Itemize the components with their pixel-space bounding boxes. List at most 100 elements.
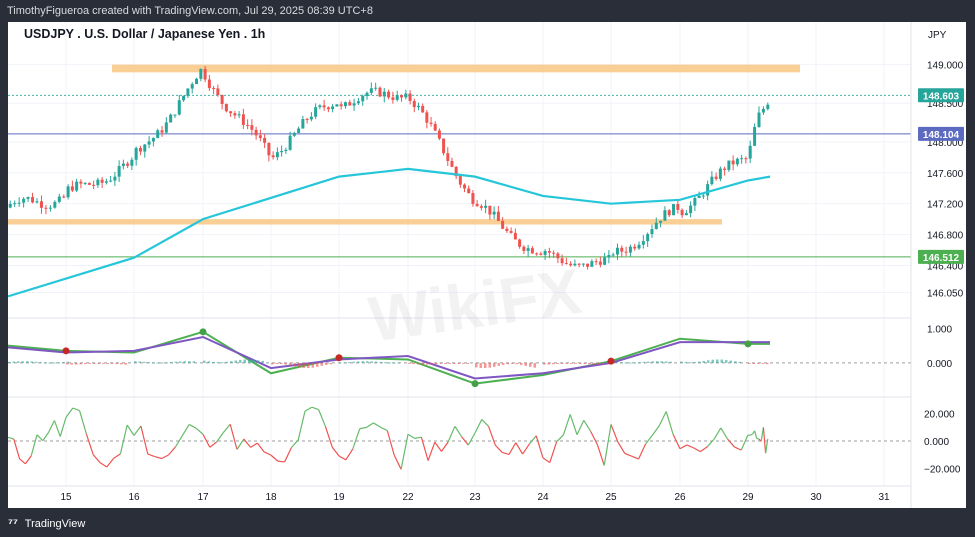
candle-body [387,92,390,98]
momentum-segment [66,408,73,417]
candle-body [612,255,615,256]
crossover-dot [336,354,343,361]
candle-body [573,264,576,266]
histogram-bar [444,363,447,364]
momentum-segment [435,442,442,451]
candle-body [284,150,287,151]
candle-body [62,197,65,198]
momentum-segment [563,414,570,434]
candle-body [370,88,373,93]
candle-body [378,88,381,97]
candle-body [625,252,628,253]
momentum-segment [120,425,127,454]
candle-body [706,184,709,195]
momentum-segment [230,424,237,449]
candle-body [484,206,487,208]
histogram-bar [17,361,20,363]
histogram-bar [422,363,425,365]
momentum-segment [721,428,728,439]
momentum-segment [134,426,141,435]
candle-body [191,84,194,88]
histogram-bar [316,363,319,367]
histogram-bar [661,361,664,363]
histogram-bar [362,361,365,363]
momentum-segment [54,420,60,436]
candle-body [383,92,386,97]
candle-body [204,69,207,80]
candle-body [36,201,39,202]
crossover-dot [200,328,207,335]
crossover-dot [608,358,615,365]
candle-body [75,182,78,191]
histogram-bar [262,361,265,363]
momentum-segment [196,428,203,434]
histogram-bar [534,363,537,368]
candle-body [276,152,279,157]
histogram-bar [84,363,87,364]
momentum-segment [346,449,353,460]
histogram-bar [152,362,155,363]
histogram-bar [694,362,697,363]
histogram-bar [625,362,628,363]
candle-body [578,264,581,265]
momentum-segment [489,426,496,445]
momentum-segment [86,434,93,455]
candle-body [361,96,364,101]
momentum-segment [482,419,489,426]
histogram-bar [285,363,288,365]
histogram-bar [357,361,360,362]
time-axis-tick: 24 [537,492,549,503]
candle-body [374,88,377,89]
momentum-segment [339,456,346,460]
candle-body [122,164,125,166]
momentum-segment [632,456,639,459]
histogram-bar [557,363,560,364]
candle-body [250,125,253,130]
histogram-bar [8,362,11,363]
candle-body [655,223,658,229]
histogram-bar [271,363,274,365]
histogram-bar [467,363,470,364]
candle-body [685,213,688,215]
histogram-bar [762,363,765,364]
candle-body [650,229,653,234]
candle-body [417,106,420,107]
histogram-bar [298,363,301,367]
candle-body [306,119,309,120]
momentum-segment [714,428,721,439]
chart-area[interactable]: WikiFX 149.000148.500148.000147.600147.2… [8,22,966,508]
momentum-segment [271,455,278,461]
candle-body [195,79,198,84]
histogram-bar [453,363,456,364]
candle-body [710,177,713,184]
momentum-segment [523,444,530,454]
currency-label: JPY [928,30,947,41]
candle-body [156,130,159,138]
histogram-bar [489,363,492,368]
momentum-segment [442,442,449,451]
momentum-segment [408,434,415,438]
momentum-segment [353,429,360,449]
momentum-segment [37,435,43,441]
histogram-bar [75,363,78,365]
candle-body [446,153,449,161]
momentum-segment [687,445,694,448]
momentum-segment [20,459,26,464]
candle-body [603,258,606,265]
histogram-bar [244,360,247,363]
candle-body [84,183,87,184]
histogram-bar [107,363,110,364]
chart-svg[interactable]: WikiFX 149.000148.500148.000147.600147.2… [8,22,966,508]
momentum-segment [680,445,687,449]
momentum-segment [455,426,462,436]
histogram-bar [716,359,719,362]
histogram-bar [58,362,61,363]
candle-body [22,199,25,203]
momentum-segment [182,424,189,435]
histogram-bar [208,361,211,363]
candle-body [246,125,249,126]
momentum-segment [278,461,285,462]
candle-body [242,114,245,125]
histogram-bar [248,359,251,362]
histogram-bar [665,361,668,362]
